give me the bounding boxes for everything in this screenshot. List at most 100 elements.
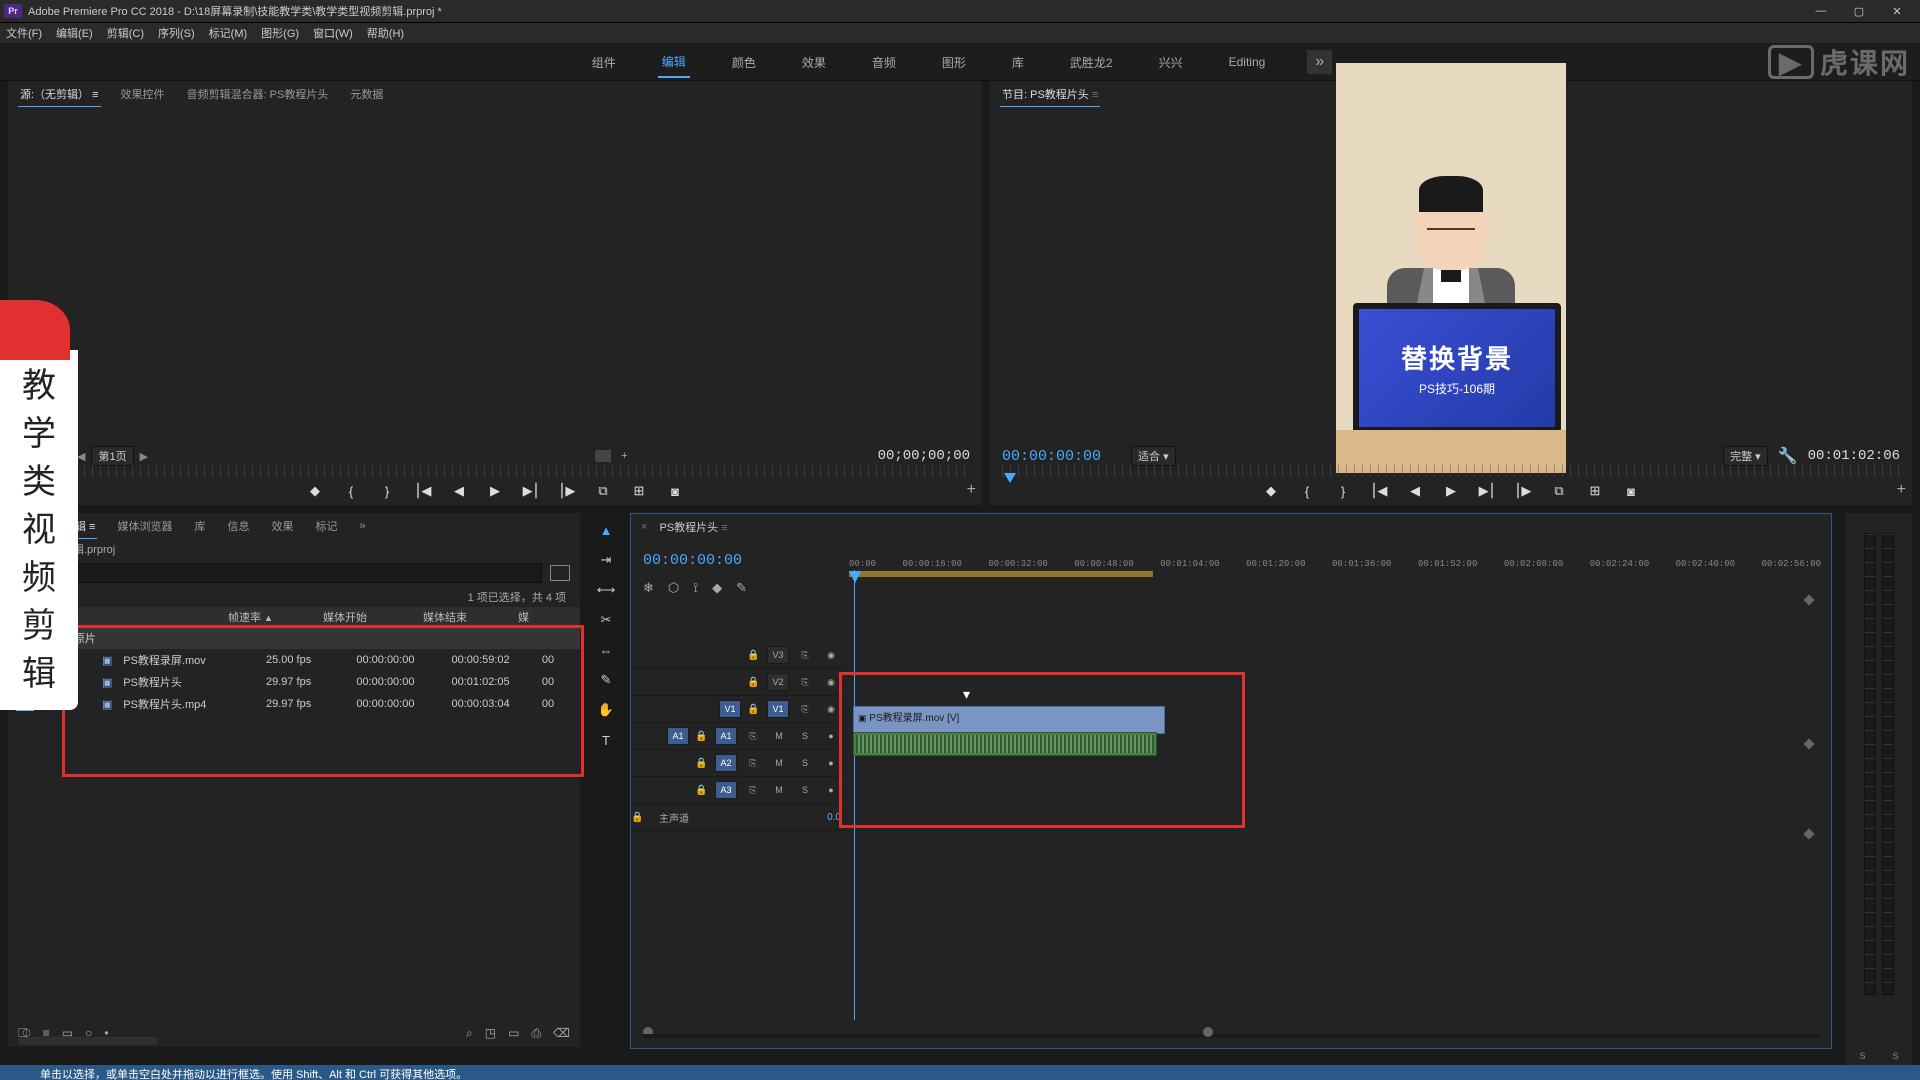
transport-button[interactable]: ▶⎮ [1479,483,1495,499]
pager-next-icon[interactable]: ▶ [140,450,148,463]
razor-tool[interactable]: ✂ [597,611,615,629]
scroll-marker-icon[interactable] [1803,594,1814,605]
program-tab[interactable]: 节目: PS教程片头 ≡ [1000,82,1100,107]
transport-button[interactable]: ◙ [1623,483,1639,499]
track-toggle-icon[interactable]: ⎘ [743,782,763,798]
menu-item[interactable]: 帮助(H) [367,25,404,41]
scroll-marker-icon[interactable] [1803,828,1814,839]
track-toggle-icon[interactable]: S [795,755,815,771]
selection-tool[interactable]: ▲ [597,521,615,539]
track-target[interactable]: V2 [767,673,789,691]
project-tab[interactable]: 效果 [269,514,295,538]
transport-button[interactable]: ▶⎮ [523,483,539,499]
transport-button[interactable]: { [1299,483,1315,499]
timeline-zoom-bar[interactable] [643,1030,1819,1042]
track-toggle-icon[interactable]: ⎘ [795,701,815,717]
project-search-input[interactable] [18,563,542,583]
track-toggle-icon[interactable]: S [795,782,815,798]
lock-icon[interactable]: 🔒 [747,650,761,661]
menu-item[interactable]: 标记(M) [209,25,248,41]
track-toggle-icon[interactable]: M [769,728,789,744]
track-toggle-icon[interactable]: ◉ [821,701,841,717]
maximize-button[interactable]: ▢ [1840,1,1878,21]
track-target[interactable]: A2 [715,754,737,772]
project-action-icon[interactable]: ⎙ [531,1026,541,1040]
track-toggle-icon[interactable]: ● [821,728,841,744]
program-button-editor-icon[interactable]: + [1897,481,1906,499]
menu-item[interactable]: 文件(F) [6,25,42,41]
ripple-tool[interactable]: ⟷ [597,581,615,599]
timeline-playhead-icon[interactable] [849,571,861,583]
track-target[interactable]: V3 [767,646,789,664]
lock-icon[interactable]: 🔒 [747,704,761,715]
hand-tool[interactable]: ✋ [597,701,615,719]
close-button[interactable]: ✕ [1878,1,1916,21]
audio-track-header[interactable]: 🔒A3⎘MS● [631,777,847,804]
transport-button[interactable]: ⧉ [1551,483,1567,499]
lock-icon[interactable]: 🔒 [747,677,761,688]
media-row[interactable]: ▣PS教程片头.mp429.97 fps00:00:00:0000:00:03:… [8,693,580,715]
source-time-ruler[interactable] [20,465,970,477]
zoom-handle-right[interactable] [1203,1027,1213,1037]
solo-label[interactable]: S [1892,1051,1898,1061]
video-clip[interactable]: ▣ PS教程录屏.mov [V] [853,706,1165,734]
transport-button[interactable]: ▶ [487,483,503,499]
workspace-tab[interactable]: 组件 [588,48,620,77]
project-tab[interactable]: 标记 [313,514,339,538]
transport-button[interactable]: ⎮▶ [559,483,575,499]
project-view-icon[interactable]: ⎄ [18,1026,31,1040]
transport-button[interactable]: ⎮◀ [415,483,431,499]
pen-tool[interactable]: ✎ [597,671,615,689]
master-track-header[interactable]: 🔒主声道0.0 [631,804,847,831]
source-tab[interactable]: 效果控件 [119,82,167,106]
source-tab[interactable]: 音频剪辑混合器: PS教程片头 [185,82,331,106]
track-target[interactable]: A3 [715,781,737,799]
pager-prev-icon[interactable]: ◀ [77,450,85,463]
program-settings-icon[interactable]: 🔧 [1778,446,1798,466]
track-toggle-icon[interactable]: ⎘ [743,755,763,771]
audio-clip[interactable] [853,732,1157,756]
source-tab[interactable]: 元数据 [348,82,385,106]
program-viewer[interactable]: 替换背景 PS技巧-106期 [990,107,1912,429]
source-viewer[interactable] [8,107,982,429]
program-quality-dropdown[interactable]: 完整 ▾ [1723,446,1768,466]
source-add-marker-icon[interactable]: + [621,450,627,462]
work-area-bar[interactable] [849,571,1153,577]
project-action-icon[interactable]: ▭ [508,1026,519,1040]
workspace-tab[interactable]: 兴兴 [1155,48,1187,77]
media-row[interactable]: ▣PS教程录屏.mov25.00 fps00:00:00:0000:00:59:… [8,649,580,671]
video-track-header[interactable]: 🔒V2⎘◉ [631,669,847,696]
track-toggle-icon[interactable]: ◉ [821,647,841,663]
project-tabs-overflow-icon[interactable]: » [357,516,367,536]
transport-button[interactable]: } [1335,483,1351,499]
workspace-tab[interactable]: 编辑 [658,47,690,78]
col-media-start[interactable]: 媒体开始 [323,609,423,625]
project-view-icon[interactable]: ○ [85,1026,92,1040]
menu-item[interactable]: 窗口(W) [313,25,353,41]
workspace-tab[interactable]: 颜色 [728,48,760,77]
new-bin-icon[interactable] [550,565,570,581]
project-view-icon[interactable]: ≡ [43,1026,50,1040]
project-tab[interactable]: 媒体浏览器 [115,514,174,538]
menu-item[interactable]: 编辑(E) [56,25,93,41]
menu-item[interactable]: 序列(S) [158,25,195,41]
project-column-headers[interactable]: 帧速率▲ 媒体开始 媒体结束 媒 [8,607,580,627]
program-timecode-left[interactable]: 00:00:00:00 [1002,448,1101,465]
timeline-ruler[interactable]: 00:0000:00:16:0000:00:32:0000:00:48:0000… [849,559,1821,587]
workspace-tab[interactable]: 库 [1008,48,1028,77]
col-media-end[interactable]: 媒体结束 [423,609,518,625]
menu-item[interactable]: 剪辑(C) [107,25,144,41]
transport-button[interactable]: ⊞ [631,483,647,499]
workspace-tab[interactable]: 武胜龙2 [1066,48,1117,77]
transport-button[interactable]: ⎮▶ [1515,483,1531,499]
track-toggle-icon[interactable]: S [795,728,815,744]
track-toggle-icon[interactable]: ● [821,755,841,771]
source-patch[interactable]: V1 [719,700,741,718]
bin-row[interactable]: ▾ ▧ 原片 [8,627,580,649]
media-row[interactable]: ▣PS教程片头29.97 fps00:00:00:0000:01:02:0500 [8,671,580,693]
sequence-tab[interactable]: PS教程片头 ≡ [659,519,727,535]
program-zoom-dropdown[interactable]: 适合 ▾ [1131,446,1176,466]
track-toggle-icon[interactable]: ⎘ [795,674,815,690]
project-action-icon[interactable]: ◳ [485,1026,496,1040]
pager-page-dropdown[interactable]: 第1页 [91,446,133,466]
